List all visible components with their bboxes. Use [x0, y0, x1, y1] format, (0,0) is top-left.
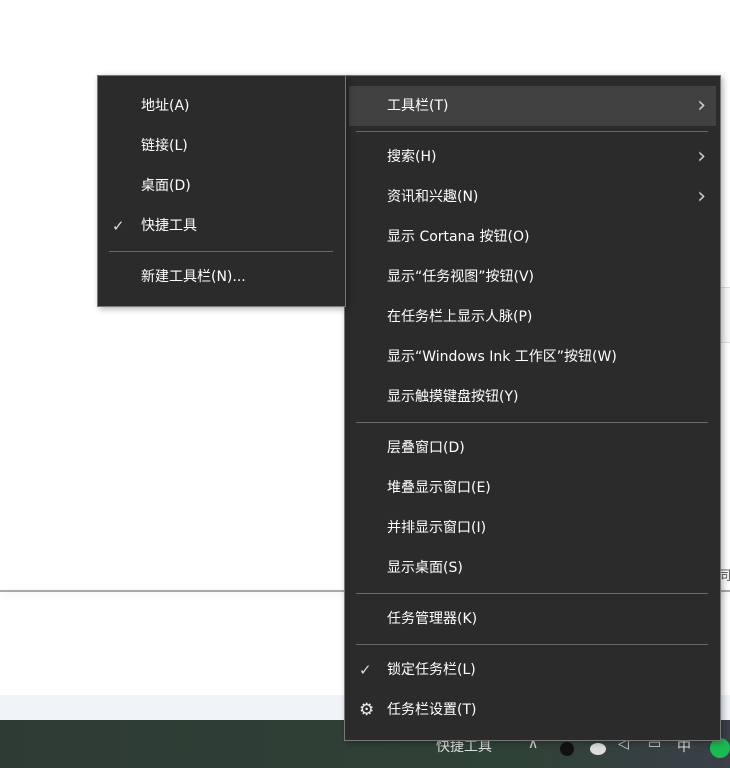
menu-item[interactable]: 工具栏(T) ›	[349, 86, 716, 126]
menu-item[interactable]: 任务管理器(K)	[349, 599, 716, 639]
menu-item-label: 显示桌面(S)	[387, 560, 463, 576]
menu-item-label: 显示“任务视图”按钮(V)	[387, 269, 535, 285]
menu-item[interactable]: 并排显示窗口(I)	[349, 508, 716, 548]
menu-item[interactable]: ✓ 快捷工具	[102, 206, 341, 246]
menu-item-label: 快捷工具	[141, 218, 197, 234]
menu-item-label: 层叠窗口(D)	[387, 440, 465, 456]
menu-item[interactable]: 堆叠显示窗口(E)	[349, 468, 716, 508]
menu-item[interactable]: 资讯和兴趣(N) ›	[349, 177, 716, 217]
menu-item-label: 搜索(H)	[387, 149, 437, 165]
menu-item-label: 链接(L)	[141, 138, 188, 154]
toolbar-submenu: 地址(A) 链接(L) 桌面(D) ✓ 快捷工具新建工具栏(N)...	[97, 75, 346, 307]
menu-item-label: 显示触摸键盘按钮(Y)	[387, 389, 519, 405]
menu-item-label: 显示 Cortana 按钮(O)	[387, 229, 530, 245]
qq-icon[interactable]	[560, 742, 574, 756]
menu-item-label: 在任务栏上显示人脉(P)	[387, 309, 533, 325]
menu-item-label: 显示“Windows Ink 工作区”按钮(W)	[387, 349, 617, 365]
menu-item[interactable]: 层叠窗口(D)	[349, 428, 716, 468]
menu-item-label: 锁定任务栏(L)	[387, 662, 476, 678]
gear-icon: ⚙	[359, 700, 375, 720]
app-tray-icon[interactable]	[710, 738, 730, 758]
menu-item[interactable]: 搜索(H) ›	[349, 137, 716, 177]
chevron-right-icon: ›	[697, 144, 706, 169]
checkmark-icon: ✓	[112, 217, 125, 235]
menu-separator	[356, 131, 708, 132]
menu-separator	[356, 422, 708, 423]
menu-item[interactable]: 桌面(D)	[102, 166, 341, 206]
menu-item[interactable]: ⚙ 任务栏设置(T)	[349, 690, 716, 730]
menu-separator	[109, 251, 333, 252]
menu-item[interactable]: 地址(A)	[102, 86, 341, 126]
menu-separator	[356, 644, 708, 645]
menu-item-label: 新建工具栏(N)...	[141, 269, 246, 285]
menu-item-label: 桌面(D)	[141, 178, 191, 194]
menu-item-label: 资讯和兴趣(N)	[387, 189, 479, 205]
menu-item-label: 堆叠显示窗口(E)	[387, 480, 491, 496]
menu-item[interactable]: 显示桌面(S)	[349, 548, 716, 588]
chevron-right-icon: ›	[697, 93, 706, 118]
wechat-icon[interactable]	[590, 743, 606, 755]
menu-item-label: 工具栏(T)	[387, 98, 449, 114]
menu-item[interactable]: 显示“任务视图”按钮(V)	[349, 257, 716, 297]
menu-item-label: 任务管理器(K)	[387, 611, 478, 627]
menu-item[interactable]: 在任务栏上显示人脉(P)	[349, 297, 716, 337]
menu-item[interactable]: 显示“Windows Ink 工作区”按钮(W)	[349, 337, 716, 377]
menu-item[interactable]: 链接(L)	[102, 126, 341, 166]
menu-item[interactable]: 新建工具栏(N)...	[102, 257, 341, 297]
menu-item[interactable]: 显示 Cortana 按钮(O)	[349, 217, 716, 257]
checkmark-icon: ✓	[359, 661, 372, 679]
menu-item-label: 地址(A)	[141, 98, 190, 114]
menu-item-label: 任务栏设置(T)	[387, 702, 477, 718]
menu-item[interactable]: 显示触摸键盘按钮(Y)	[349, 377, 716, 417]
menu-separator	[356, 593, 708, 594]
menu-item-label: 并排显示窗口(I)	[387, 520, 487, 536]
menu-item[interactable]: ✓ 锁定任务栏(L)	[349, 650, 716, 690]
taskbar-context-menu: 工具栏(T) › 搜索(H) › 资讯和兴趣(N) › 显示 Cortana 按钮(O) 显示…	[344, 75, 721, 741]
chevron-right-icon: ›	[697, 184, 706, 209]
